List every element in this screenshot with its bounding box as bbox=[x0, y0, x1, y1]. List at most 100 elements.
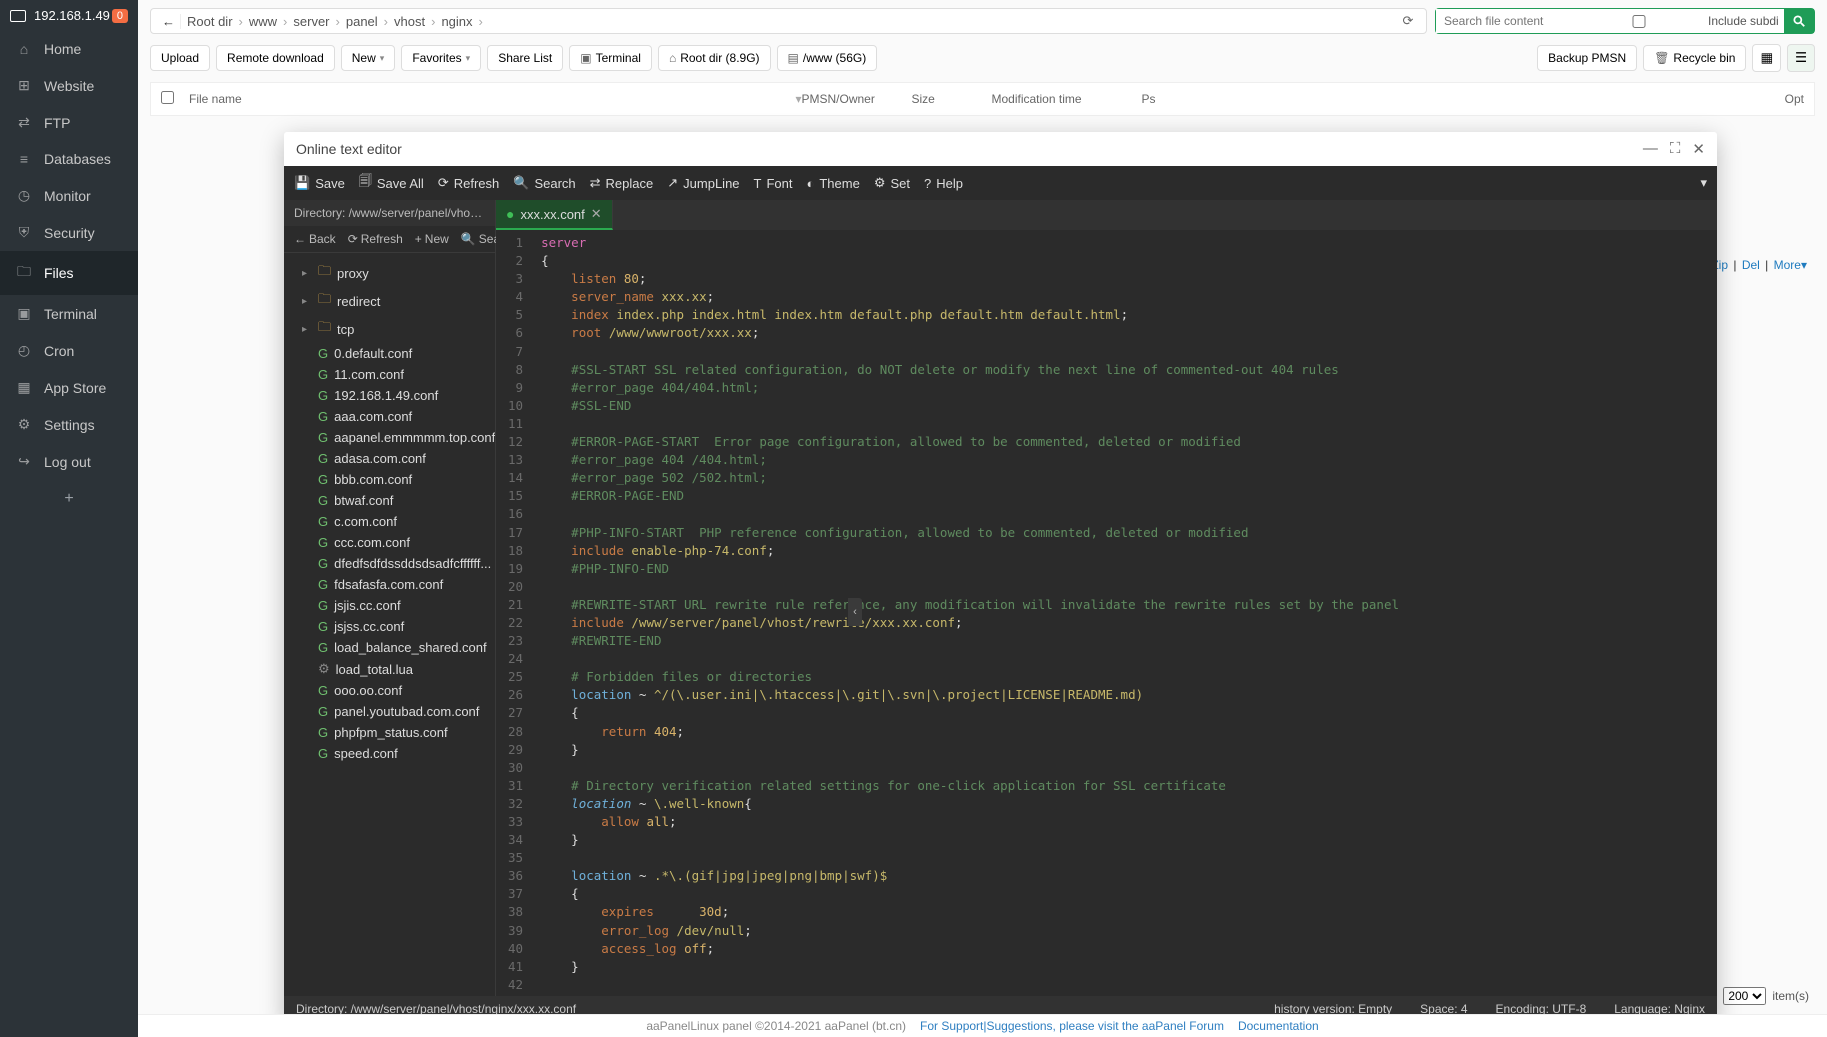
col-pmsn[interactable]: PMSN/Owner bbox=[802, 92, 912, 106]
crumb-www[interactable]: www bbox=[249, 14, 277, 29]
save-button[interactable]: 💾Save bbox=[294, 175, 345, 191]
tree-folder-tcp[interactable]: ▸🗀tcp bbox=[288, 315, 491, 343]
tree-file[interactable]: ⚙load_total.lua bbox=[288, 658, 491, 680]
col-ps[interactable]: Ps bbox=[1142, 92, 1755, 106]
set-button[interactable]: ⚙Set bbox=[874, 175, 910, 191]
crumb-server[interactable]: server bbox=[293, 14, 329, 29]
save-all-button[interactable]: 🗐Save All bbox=[359, 172, 424, 194]
tree-file[interactable]: Gjsjis.cc.conf bbox=[288, 595, 491, 616]
crumb-nginx[interactable]: nginx bbox=[441, 14, 472, 29]
nav-app-store[interactable]: ▦App Store bbox=[0, 369, 138, 406]
page-size-select[interactable]: 200 bbox=[1723, 987, 1766, 1005]
expand-toolbar-button[interactable]: ▾ bbox=[1700, 175, 1707, 191]
tree-file[interactable]: Gbbb.com.conf bbox=[288, 469, 491, 490]
help-button[interactable]: ?Help bbox=[924, 176, 963, 191]
tree-file[interactable]: Gooo.oo.conf bbox=[288, 680, 491, 701]
add-nav-button[interactable]: + bbox=[0, 480, 138, 518]
maximize-button[interactable]: ⛶ bbox=[1670, 140, 1681, 158]
crumb-vhost[interactable]: vhost bbox=[394, 14, 425, 29]
close-button[interactable]: ✕ bbox=[1692, 140, 1705, 158]
nav-monitor[interactable]: ◷Monitor bbox=[0, 177, 138, 214]
tree-file[interactable]: Gc.com.conf bbox=[288, 511, 491, 532]
tab-xxx-xx-conf[interactable]: ● xxx.xx.conf ✕ bbox=[496, 200, 613, 230]
file-tree[interactable]: ▸🗀proxy▸🗀redirect▸🗀tcpG0.default.confG11… bbox=[284, 253, 495, 996]
crumb-root-dir[interactable]: Root dir bbox=[187, 14, 233, 29]
jumpline-button[interactable]: ↗JumpLine bbox=[667, 175, 739, 191]
replace-button[interactable]: ⇄Replace bbox=[590, 175, 654, 191]
tree-file[interactable]: Gjsjss.cc.conf bbox=[288, 616, 491, 637]
backup-pmsn-button[interactable]: Backup PMSN bbox=[1537, 45, 1637, 71]
ftp-icon: ⇄ bbox=[16, 114, 32, 131]
back-button[interactable]: ← bbox=[157, 14, 181, 29]
terminal-icon: ▣ bbox=[580, 51, 591, 65]
nav-log-out[interactable]: ↪Log out bbox=[0, 443, 138, 480]
upload-button[interactable]: Upload bbox=[150, 45, 210, 71]
tree-file[interactable]: Gaapanel.emmmmm.top.conf bbox=[288, 427, 491, 448]
side-new-button[interactable]: + New bbox=[415, 232, 449, 246]
root-dir-button[interactable]: ⌂Root dir (8.9G) bbox=[658, 45, 771, 71]
support-link[interactable]: For Support|Suggestions, please visit th… bbox=[920, 1019, 1224, 1033]
chevron-right-icon: › bbox=[479, 14, 483, 29]
search-input[interactable] bbox=[1436, 9, 1566, 33]
select-all-checkbox[interactable] bbox=[161, 91, 174, 104]
tree-file[interactable]: Gload_balance_shared.conf bbox=[288, 637, 491, 658]
refresh-button[interactable]: ⟳Refresh bbox=[438, 175, 499, 191]
more-link[interactable]: More▾ bbox=[1774, 258, 1807, 272]
remote-download-button[interactable]: Remote download bbox=[216, 45, 335, 71]
www-button[interactable]: ▤/www (56G) bbox=[777, 45, 878, 71]
include-subdir-checkbox[interactable] bbox=[1574, 15, 1704, 28]
terminal-button[interactable]: ▣Terminal bbox=[569, 45, 652, 71]
theme-button[interactable]: ◐Theme bbox=[807, 176, 860, 191]
side-back-button[interactable]: ← Back bbox=[294, 232, 336, 246]
new-button[interactable]: New▾ bbox=[341, 45, 396, 71]
nav-security[interactable]: ⛨Security bbox=[0, 214, 138, 251]
documentation-link[interactable]: Documentation bbox=[1238, 1019, 1319, 1033]
tree-file[interactable]: Gfdsafasfa.com.conf bbox=[288, 574, 491, 595]
tree-file[interactable]: Gbtwaf.conf bbox=[288, 490, 491, 511]
list-view-button[interactable]: ☰ bbox=[1787, 44, 1815, 72]
favorites-button[interactable]: Favorites▾ bbox=[401, 45, 481, 71]
nav-home[interactable]: ⌂Home bbox=[0, 31, 138, 67]
share-list-button[interactable]: Share List bbox=[487, 45, 563, 71]
tree-file[interactable]: Gphpfpm_status.conf bbox=[288, 722, 491, 743]
nav-settings[interactable]: ⚙Settings bbox=[0, 406, 138, 443]
search-button[interactable] bbox=[1784, 9, 1814, 33]
grid-view-button[interactable]: ▦ bbox=[1752, 44, 1781, 72]
tree-file[interactable]: Gaaa.com.conf bbox=[288, 406, 491, 427]
col-size[interactable]: Size bbox=[912, 92, 992, 106]
font-button[interactable]: TFont bbox=[754, 176, 793, 191]
chevron-down-icon: ▾ bbox=[466, 53, 471, 64]
nav-cron[interactable]: ◴Cron bbox=[0, 332, 138, 369]
minimize-button[interactable]: — bbox=[1643, 140, 1658, 158]
tree-folder-redirect[interactable]: ▸🗀redirect bbox=[288, 287, 491, 315]
jump-icon: ↗ bbox=[667, 175, 678, 191]
nav-terminal[interactable]: ▣Terminal bbox=[0, 295, 138, 332]
tree-file[interactable]: Gccc.com.conf bbox=[288, 532, 491, 553]
tree-folder-proxy[interactable]: ▸🗀proxy bbox=[288, 259, 491, 287]
refresh-icon: ⟳ bbox=[438, 175, 449, 191]
collapse-sidebar-button[interactable]: ‹ bbox=[848, 598, 862, 626]
tree-file[interactable]: Gdfedfsdfdssddsdsadfcffffff... bbox=[288, 553, 491, 574]
tab-close-icon[interactable]: ✕ bbox=[591, 206, 602, 222]
nav-databases[interactable]: ≡Databases bbox=[0, 141, 138, 177]
tree-file[interactable]: Gadasa.com.conf bbox=[288, 448, 491, 469]
crumb-panel[interactable]: panel bbox=[346, 14, 378, 29]
tree-file[interactable]: Gpanel.youtubad.com.conf bbox=[288, 701, 491, 722]
disk-icon: ⌂ bbox=[669, 51, 676, 65]
col-mtime[interactable]: Modification time bbox=[992, 92, 1142, 106]
code-editor[interactable]: 1234567891011121314151617181920212223242… bbox=[496, 230, 1717, 996]
refresh-icon[interactable]: ⟳ bbox=[1396, 13, 1420, 29]
col-filename[interactable]: File name bbox=[189, 92, 242, 106]
notification-badge[interactable]: 0 bbox=[112, 9, 128, 23]
tree-file[interactable]: G192.168.1.49.conf bbox=[288, 385, 491, 406]
nav-ftp[interactable]: ⇄FTP bbox=[0, 104, 138, 141]
nav-website[interactable]: ⊞Website bbox=[0, 67, 138, 104]
tree-file[interactable]: G11.com.conf bbox=[288, 364, 491, 385]
side-refresh-button[interactable]: ⟳ Refresh bbox=[348, 232, 403, 246]
tree-file[interactable]: Gspeed.conf bbox=[288, 743, 491, 764]
recycle-bin-button[interactable]: 🗑Recycle bin bbox=[1643, 45, 1746, 71]
del-link[interactable]: Del bbox=[1742, 258, 1760, 272]
nav-files[interactable]: 🗀Files bbox=[0, 251, 138, 295]
search-button[interactable]: 🔍Search bbox=[513, 175, 575, 191]
tree-file[interactable]: G0.default.conf bbox=[288, 343, 491, 364]
